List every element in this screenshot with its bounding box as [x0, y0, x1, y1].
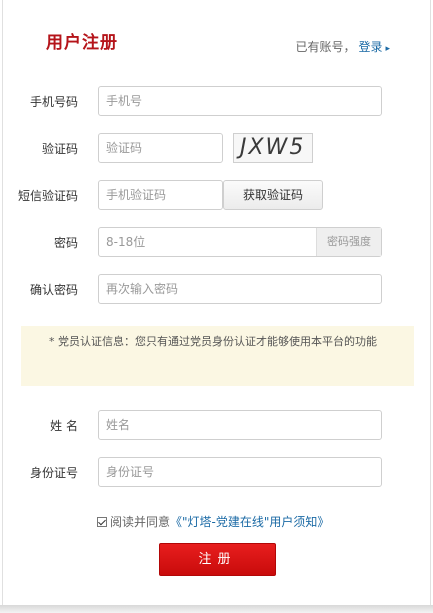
agreement-prefix: 阅读并同意 [110, 515, 171, 529]
sms-code-input[interactable]: 手机验证码 [98, 180, 223, 210]
captcha-row: 验证码 验证码 JXW5 [3, 133, 430, 165]
password-label: 密码 [53, 236, 78, 250]
phone-row: 手机号码 手机号 [3, 86, 430, 118]
captcha-input[interactable]: 验证码 [98, 133, 223, 163]
confirm-password-row: 确认密码 再次输入密码 [3, 274, 430, 306]
get-sms-code-button[interactable]: 获取验证码 [223, 180, 323, 210]
login-link[interactable]: 登录 [358, 40, 382, 54]
password-row: 密码 8-18位 密码强度 [3, 227, 430, 259]
name-row: 姓 名 姓名 [3, 410, 430, 442]
confirm-password-input[interactable]: 再次输入密码 [98, 274, 382, 304]
name-label: 姓 名 [50, 419, 78, 433]
phone-label: 手机号码 [29, 95, 78, 109]
sms-row: 短信验证码 手机验证码 获取验证码 [3, 180, 430, 212]
member-auth-notice: * 党员认证信息：您只有通过党员身份认证才能够使用本平台的功能 [21, 326, 414, 386]
agreement-checkbox[interactable] [97, 517, 107, 527]
id-number-input[interactable]: 身份证号 [98, 457, 382, 487]
name-input[interactable]: 姓名 [98, 410, 382, 440]
agreement: 阅读并同意《"灯塔-党建在线"用户须知》 [97, 513, 329, 530]
footer-shadow [0, 605, 433, 613]
sms-label: 短信验证码 [17, 189, 78, 203]
captcha-image[interactable]: JXW5 [233, 133, 313, 163]
password-strength: 密码强度 [316, 228, 381, 256]
terms-link[interactable]: 《"灯塔-党建在线"用户须知》 [170, 515, 329, 529]
register-button[interactable]: 注册 [159, 543, 276, 576]
captcha-label: 验证码 [41, 142, 78, 156]
header: 用户注册 已有账号， 登录 ▸ [3, 0, 430, 60]
has-account-text: 已有账号， [295, 40, 356, 54]
arrow-right-icon: ▸ [385, 44, 390, 54]
confirm-password-label: 确认密码 [29, 283, 78, 297]
login-prompt: 已有账号， 登录 ▸ [295, 38, 390, 55]
password-placeholder: 8-18位 [106, 235, 146, 249]
id-number-row: 身份证号 身份证号 [3, 457, 430, 489]
page-title: 用户注册 [46, 33, 118, 53]
phone-input[interactable]: 手机号 [98, 86, 382, 116]
registration-panel: 用户注册 已有账号， 登录 ▸ 手机号码 手机号 验证码 验证码 JXW5 短信验证… [2, 0, 431, 610]
id-number-label: 身份证号 [29, 466, 78, 480]
